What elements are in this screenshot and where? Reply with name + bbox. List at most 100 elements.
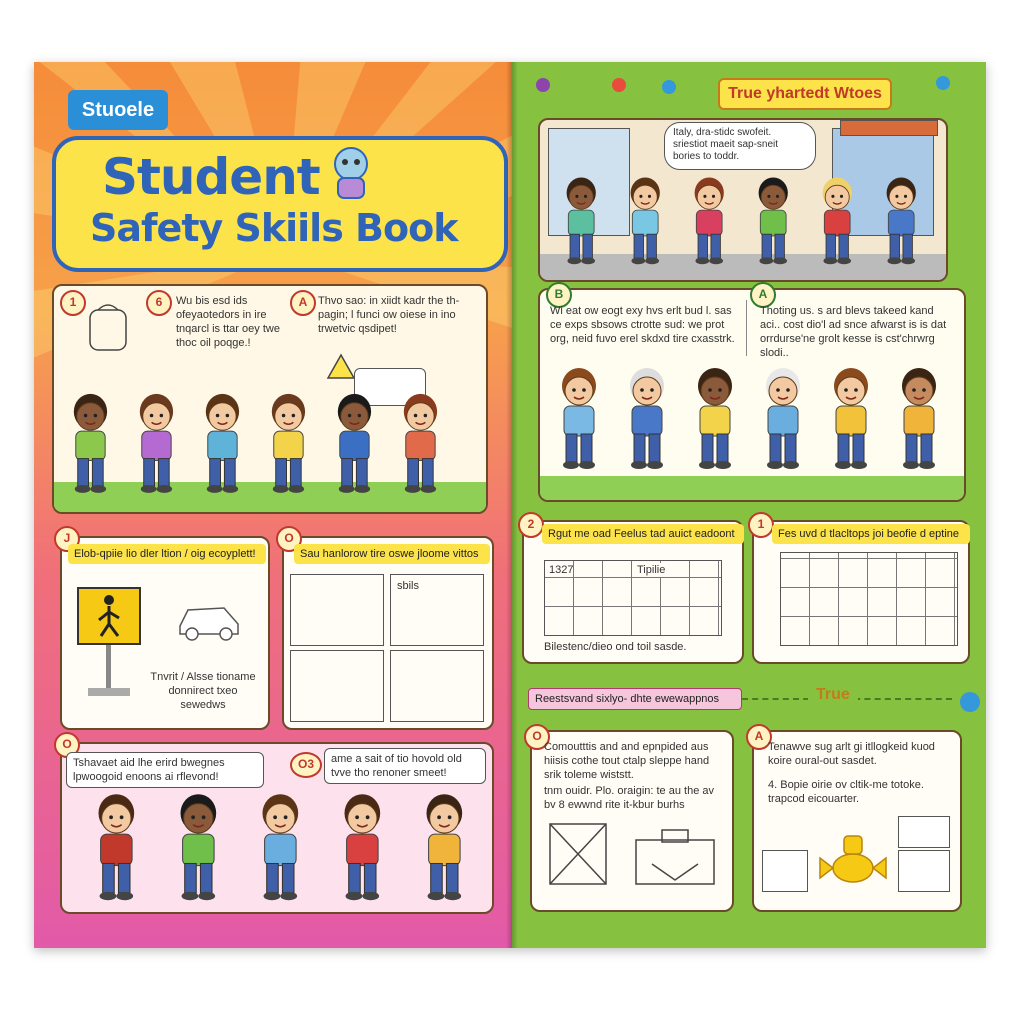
child-illustration-icon (271, 393, 306, 493)
panel-badge-bottom-right: O3 (290, 752, 322, 778)
page-gutter (506, 62, 518, 948)
child-illustration-icon (403, 393, 438, 493)
crossing-sign-panel: J Elob-qpiie lio dler ltion / oig ecoypl… (54, 526, 270, 730)
street-scene-panel: Italy, dra-stidc swofeit. sriestiot maei… (538, 118, 948, 282)
practice-panel-left: O Comoutttis and and epnpided aus hiisis… (524, 724, 734, 912)
practice-right-text-1: Tenawve sug arlt gi itllogkeid kuod koir… (768, 741, 935, 767)
child-figure (196, 390, 249, 503)
tab-label: Stuoele (81, 99, 155, 121)
section-header: Reestsvand sixlyo- dhte ewewappnos (528, 688, 742, 710)
title-line2: Safety Skiils Book (90, 206, 458, 250)
backpack-sketch-icon (89, 304, 127, 351)
tracking-grid (780, 552, 958, 646)
drawer-sketch-icon (635, 829, 715, 885)
answer-box-3 (898, 850, 950, 892)
crossing-caption: Tnvrit / Alsse tioname donnirect txeo se… (150, 671, 256, 711)
crossed-box-sketch-icon (549, 823, 607, 885)
children-group-friends (540, 362, 964, 500)
child-illustration-icon (562, 368, 596, 469)
child-illustration-icon (694, 177, 724, 265)
child-figure (328, 390, 381, 503)
panel-badge-tracking: 1 (748, 512, 774, 538)
child-illustration-icon (426, 794, 463, 901)
sketch-box-label: sbils (397, 580, 420, 592)
child-illustration-icon (902, 368, 936, 469)
panel-badge-feelings: 2 (518, 512, 544, 538)
tracking-panel-header: Fes uvd d tlacltops joi beofie d eptine (772, 524, 970, 544)
practice-text-1: Comoutttis and and epnpided aus hiisis c… (544, 741, 710, 781)
bottom-note-left: Tshavaet aid lhe erird bwegnes lpwoogoid… (66, 752, 264, 788)
car-sketch-icon (179, 607, 239, 641)
child-illustration-icon (98, 794, 135, 901)
section-true-label: True (808, 686, 858, 704)
friends-panel: B A Wi eat ow eogt exy hvs erlt bud l. s… (538, 282, 966, 502)
answer-box-2 (898, 816, 950, 848)
child-figure (892, 364, 946, 479)
child-illustration-icon (834, 368, 868, 469)
child-figure (558, 174, 604, 274)
child-illustration-icon (139, 393, 174, 493)
step-badge-2: 6 (146, 290, 172, 316)
child-illustration-icon (758, 177, 788, 265)
speech-bubble: Italy, dra-stidc swofeit. sriestiot maei… (664, 122, 816, 170)
child-figure (688, 364, 742, 479)
child-figure (130, 390, 183, 503)
decor-dot (960, 692, 980, 712)
answer-box-1 (762, 850, 808, 892)
child-illustration-icon (566, 177, 596, 265)
page-banner: True yhartedt Wtoes (718, 78, 892, 110)
child-figure (620, 364, 674, 479)
decor-dot (662, 80, 676, 94)
sketch-box-2: sbils (390, 574, 484, 646)
practice-right-text-2: 4. Bopie oirie ov cltik-me totoke. trapc… (768, 779, 924, 805)
practice-text-2: tnm ouidr. Plo. oraigin: te au the av bv… (544, 785, 714, 811)
sketch-grid-panel: O Sau hanlorow tire oswe jloome vittos s… (276, 526, 494, 730)
intro-text-b: Thvo sao: in xiidt kadr the th-pagin; l … (318, 295, 460, 335)
child-figure (622, 174, 668, 274)
child-figure (750, 174, 796, 274)
feelings-grid: 1327 Tipilie (544, 560, 722, 636)
child-figure (416, 790, 473, 911)
child-illustration-icon (822, 177, 852, 265)
feelings-panel-header: Rgut me oad Feelus tad auict eadoont (542, 524, 744, 544)
left-page: Stuoele Student Safety Skiils Book 1 6 A… (34, 62, 512, 948)
children-group (54, 378, 486, 508)
decor-dot (536, 78, 550, 92)
header-tab: Stuoele (68, 90, 168, 130)
child-figure (64, 390, 117, 503)
feelings-grid-label-2: Tipilie (637, 563, 666, 577)
bottom-activity-panel: O Tshavaet aid lhe erird bwegnes lpwoogo… (54, 732, 494, 914)
right-page: True yhartedt Wtoes Italy, dra-stidc swo… (512, 62, 986, 948)
feelings-grid-panel: 2 Rgut me oad Feelus tad auict eadoont 1… (518, 512, 744, 664)
step-badge-3: A (290, 290, 316, 316)
child-figure (88, 790, 145, 911)
child-illustration-icon (630, 177, 660, 265)
feelings-caption: Bilestenc/dieo ond toil sasde. (544, 641, 687, 653)
child-illustration-icon (630, 368, 664, 469)
intro-panel: 1 6 A Wu bis esd ids ofeyaotedors in ire… (52, 284, 488, 514)
child-figure (552, 364, 606, 479)
feelings-grid-label: 1327 (549, 563, 574, 577)
sketch-box-4 (390, 650, 484, 722)
child-figure (756, 364, 810, 479)
sketch-box-3 (290, 650, 384, 722)
bottom-note-right: ame a sait of tio hovold old tvve tho re… (324, 748, 486, 784)
child-figure (262, 390, 315, 503)
child-illustration-icon (180, 794, 217, 901)
child-illustration-icon (205, 393, 240, 493)
decor-dot (612, 78, 626, 92)
intro-text-a: Wu bis esd ids ofeyaotedors in ire tnqar… (176, 295, 280, 349)
children-group-street (540, 172, 946, 280)
child-figure (334, 790, 391, 911)
child-illustration-icon (698, 368, 732, 469)
practice-panel-right: A Tenawve sug arlt gi itllogkeid kuod ko… (746, 724, 962, 912)
book-spread: Stuoele Student Safety Skiils Book 1 6 A… (34, 62, 986, 948)
decor-dot (936, 76, 950, 90)
child-illustration-icon (886, 177, 916, 265)
child-figure (814, 174, 860, 274)
child-illustration-icon (73, 393, 108, 493)
sketch-box-1 (290, 574, 384, 646)
child-figure (878, 174, 924, 274)
children-group-bottom (62, 788, 492, 912)
tracking-grid-panel: 1 Fes uvd d tlacltops joi beofie d eptin… (748, 512, 970, 664)
